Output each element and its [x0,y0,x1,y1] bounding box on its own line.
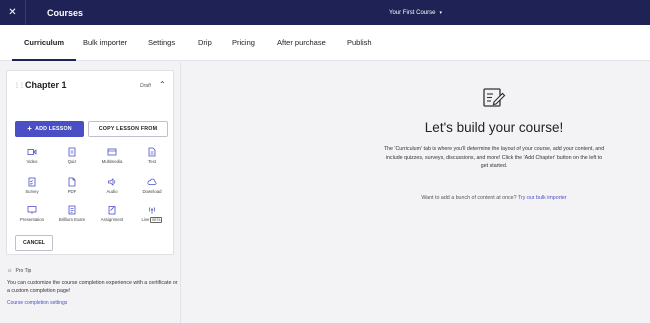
lesson-type-label: Quiz [67,159,77,164]
live-label: Live [141,217,150,223]
audio-icon [108,178,116,186]
presentation-icon [27,206,37,214]
lesson-type-label: Assignment [100,217,124,222]
tab-after-purchase[interactable]: After purchase [277,25,326,61]
edit-document-icon [483,88,506,107]
lesson-type-pdf[interactable]: PDF [52,177,92,194]
exam-icon [68,205,76,215]
live-icon [148,207,156,214]
pro-tip: ☼ Pro Tip You can customize the course c… [7,268,179,306]
tab-pricing[interactable]: Pricing [232,25,255,61]
tab-bar: Curriculum Bulk importer Settings Drip P… [0,25,650,61]
tab-publish[interactable]: Publish [347,25,372,61]
lesson-type-text[interactable]: Text [132,147,172,164]
curriculum-sidebar: ⋮⋮ Chapter 1 Draft ⌃ + ADD LESSON COPY L… [0,62,181,323]
lesson-type-label: Survey [25,189,39,194]
lightbulb-icon: ☼ [7,268,13,274]
tab-curriculum[interactable]: Curriculum [11,25,77,61]
beta-badge: BETA [150,217,163,223]
bulk-importer-prompt: Want to add a bunch of content at once? … [182,195,650,201]
lesson-type-label: Brillium Exam [58,217,86,222]
copy-lesson-button[interactable]: COPY LESSON FROM [88,121,168,137]
pro-tip-title: Pro Tip [15,268,32,274]
lesson-type-label: Presentation [19,217,45,222]
pro-tip-heading: ☼ Pro Tip [7,268,179,274]
pro-tip-body: You can customize the course completion … [7,280,178,294]
pdf-icon [68,177,76,187]
empty-state: Let's build your course! The 'Curriculum… [182,62,650,323]
bulk-importer-link[interactable]: Try our bulk importer [518,195,567,201]
assignment-icon [108,206,116,215]
page-title: Courses [47,7,84,18]
cancel-button[interactable]: CANCEL [15,235,53,251]
lesson-type-label: Live BETA [132,217,172,223]
lesson-type-quiz[interactable]: Quiz [52,147,92,164]
lesson-type-download[interactable]: Download [132,177,172,194]
add-lesson-label: ADD LESSON [35,126,72,132]
lesson-type-brillium-exam[interactable]: Brillium Exam [52,205,92,222]
lesson-type-label: Video [26,159,38,164]
download-icon [147,178,157,185]
chapter-card: ⋮⋮ Chapter 1 Draft ⌃ + ADD LESSON COPY L… [6,70,174,255]
empty-state-heading: Let's build your course! [424,120,564,135]
lesson-type-live[interactable]: Live BETA [132,205,172,223]
lesson-type-label: Multimedia [101,159,123,164]
multimedia-icon [107,148,117,156]
plus-icon: + [27,124,33,133]
lesson-type-video[interactable]: Video [12,147,52,164]
lesson-type-label: Text [148,159,156,164]
lesson-type-multimedia[interactable]: Multimedia [92,147,132,164]
close-icon[interactable]: ✕ [0,0,26,25]
tab-bulk-importer[interactable]: Bulk importer [83,25,127,61]
tab-settings[interactable]: Settings [148,25,175,61]
course-name: Your First Course [389,9,436,16]
lesson-type-label: Audio [106,189,118,194]
course-completion-settings-link[interactable]: Course completion settings [7,300,179,306]
drag-handle-icon[interactable]: ⋮⋮ [14,82,25,89]
quiz-icon [68,147,76,157]
chapter-title[interactable]: Chapter 1 [25,80,67,90]
tab-drip[interactable]: Drip [198,25,212,61]
video-icon [27,149,37,155]
bulk-importer-text: Want to add a bunch of content at once? [421,195,517,201]
chevron-up-icon[interactable]: ⌃ [159,80,166,89]
empty-state-description: The 'Curriculum' tab is where you'll det… [383,146,605,169]
course-selector[interactable]: Your First Course ▾ [389,0,442,25]
chevron-down-icon: ▾ [439,9,442,16]
status-badge: Draft [140,83,151,89]
lesson-type-label: PDF [67,189,77,194]
lesson-type-assignment[interactable]: Assignment [92,205,132,222]
lesson-type-label: Download [142,189,162,194]
text-icon [148,147,156,157]
lesson-type-survey[interactable]: Survey [12,177,52,194]
add-lesson-button[interactable]: + ADD LESSON [15,121,84,137]
lesson-type-presentation[interactable]: Presentation [12,205,52,222]
top-bar: ✕ Courses Your First Course ▾ [0,0,650,25]
lesson-type-audio[interactable]: Audio [92,177,132,194]
survey-icon [28,177,36,187]
